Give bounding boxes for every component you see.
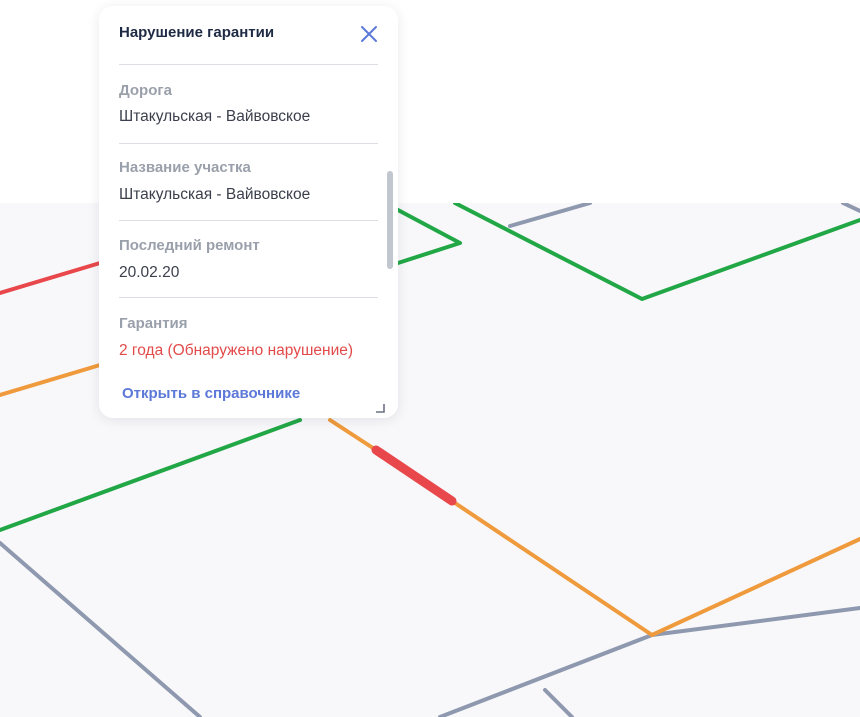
resize-corner-icon[interactable] xyxy=(376,400,385,413)
road-green-left[interactable] xyxy=(0,418,302,532)
popup-header: Нарушение гарантии xyxy=(99,6,398,64)
field-value-warranty: 2 года (Обнаружено нарушение) xyxy=(119,342,354,359)
field-label-warranty: Гарантия xyxy=(119,315,188,332)
divider xyxy=(119,143,378,144)
field-label-section-name: Название участка xyxy=(119,159,251,176)
road-gray-bottom[interactable] xyxy=(438,633,654,717)
close-icon[interactable] xyxy=(357,22,381,46)
divider xyxy=(119,220,378,221)
field-value-last-repair: 20.02.20 xyxy=(119,264,180,281)
warranty-violation-popup: Нарушение гарантии Дорога Штакульская - … xyxy=(99,6,398,418)
road-green-right[interactable] xyxy=(453,203,860,301)
road-orange-left[interactable] xyxy=(0,363,102,397)
open-in-directory-link[interactable]: Открыть в справочнике xyxy=(122,385,300,402)
divider xyxy=(119,64,378,65)
road-red-violation-segment[interactable] xyxy=(371,445,457,506)
road-gray-top-edge[interactable] xyxy=(841,203,860,213)
road-gray-branch[interactable] xyxy=(543,688,574,717)
divider xyxy=(119,297,378,298)
field-label-last-repair: Последний ремонт xyxy=(119,237,260,254)
road-red-left[interactable] xyxy=(0,261,102,295)
popup-title: Нарушение гарантии xyxy=(119,24,275,41)
field-value-section-name: Штакульская - Вайвовское xyxy=(119,186,311,203)
field-label-road: Дорога xyxy=(119,82,172,99)
popup-footer: Открыть в справочнике xyxy=(99,366,398,418)
road-green-triangle[interactable] xyxy=(396,208,462,265)
road-gray-left-diagonal[interactable] xyxy=(0,541,202,717)
road-orange-center[interactable] xyxy=(328,418,378,452)
field-value-road: Штакульская - Вайвовское xyxy=(119,108,311,125)
popup-scrollbar-thumb[interactable] xyxy=(387,171,393,269)
road-gray-top-right[interactable] xyxy=(508,203,592,228)
